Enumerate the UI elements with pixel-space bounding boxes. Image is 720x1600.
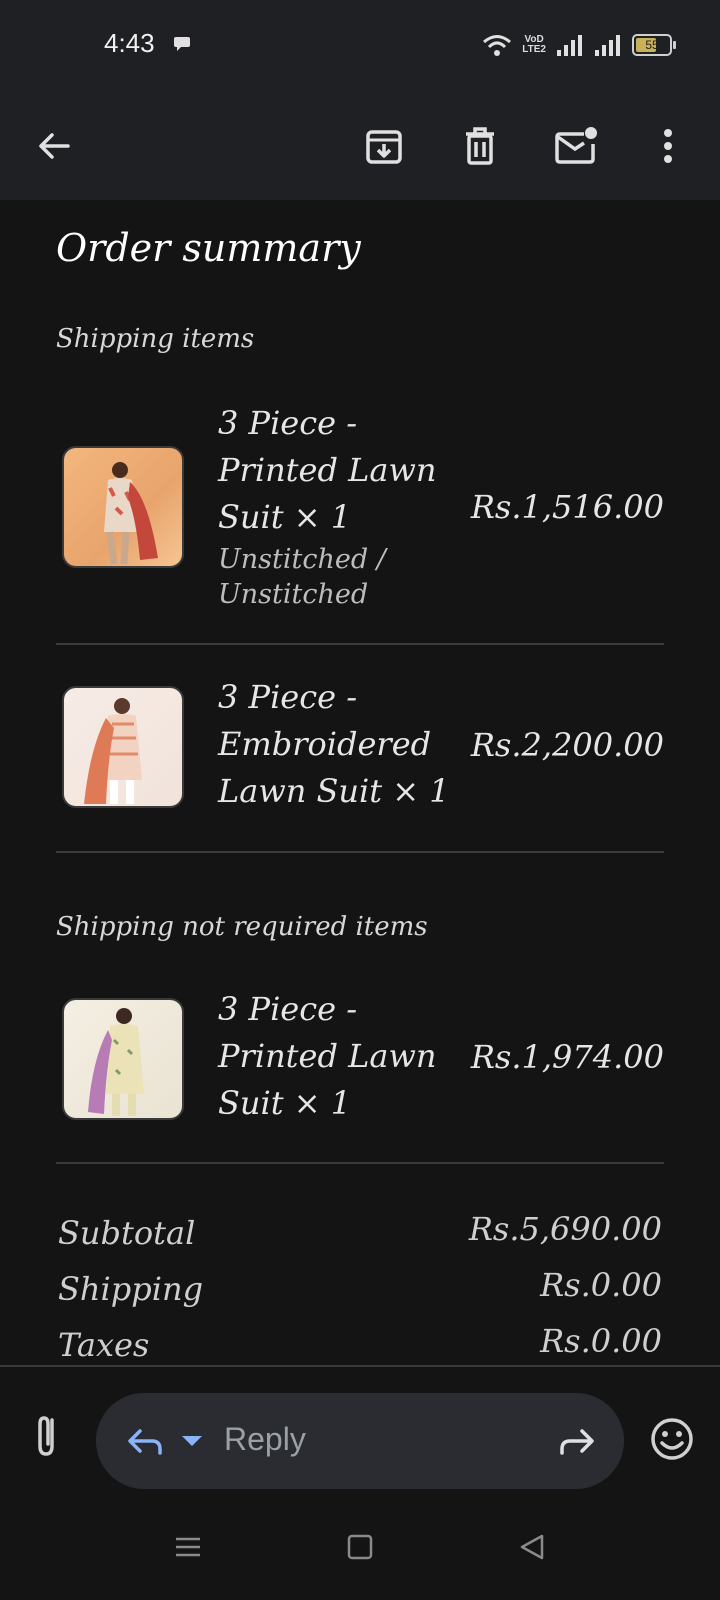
order-summary-title: Order summary	[56, 226, 361, 270]
product-image	[62, 998, 184, 1120]
subtotal-label: Subtotal	[58, 1214, 196, 1252]
signal-sim2-icon	[595, 35, 620, 56]
signal-sim1-icon	[557, 35, 582, 56]
delete-button[interactable]	[450, 116, 510, 176]
reply-field[interactable]: Reply	[96, 1393, 624, 1489]
battery-icon: 55	[632, 34, 676, 56]
list-item: 3 Piece - Printed Lawn Suit × 1 Rs.1,974…	[56, 990, 664, 1140]
product-image	[62, 446, 184, 568]
message-notification-icon	[174, 37, 190, 51]
forward-icon[interactable]	[556, 1421, 598, 1461]
item-price: Rs.1,516.00	[470, 488, 664, 526]
section-label-shipping: Shipping items	[56, 324, 255, 354]
divider	[56, 851, 664, 853]
email-body: Order summary Shipping items 3 Piece - P…	[0, 200, 720, 1365]
network-type: VoD LTE2	[522, 34, 546, 55]
list-item: 3 Piece - Printed Lawn Suit × 1 Unstitch…	[56, 400, 664, 625]
mark-unread-button[interactable]	[546, 116, 606, 176]
more-vert-icon	[664, 129, 672, 163]
trash-icon	[466, 127, 494, 165]
item-price: Rs.2,200.00	[470, 726, 664, 764]
item-price: Rs.1,974.00	[470, 1038, 664, 1076]
back-arrow-icon	[39, 133, 70, 159]
email-toolbar	[0, 92, 720, 200]
section-label-no-shipping: Shipping not required items	[56, 912, 428, 942]
product-image	[62, 686, 184, 808]
chevron-down-icon[interactable]	[180, 1433, 204, 1449]
attachment-icon[interactable]	[24, 1412, 70, 1458]
status-icons: VoD LTE2 55	[482, 30, 676, 60]
battery-level: 55	[645, 38, 659, 52]
taxes-value: Rs.0.00	[540, 1322, 662, 1360]
status-bar: 4:43 VoD LTE2 55	[0, 0, 720, 92]
recents-menu-icon[interactable]	[168, 1527, 208, 1567]
divider	[56, 643, 664, 645]
emoji-icon[interactable]	[650, 1417, 694, 1461]
home-icon[interactable]	[340, 1527, 380, 1567]
clock: 4:43	[104, 28, 155, 58]
more-options-button[interactable]	[638, 116, 698, 176]
archive-button[interactable]	[354, 116, 414, 176]
reply-icon[interactable]	[124, 1421, 166, 1461]
mark-unread-icon	[555, 127, 597, 164]
shipping-label: Shipping	[58, 1270, 204, 1308]
item-variant: Unstitched / Unstitched	[218, 544, 386, 610]
archive-icon	[366, 130, 402, 164]
back-button[interactable]	[24, 116, 84, 176]
item-name: 3 Piece - Embroidered Lawn Suit × 1	[218, 678, 450, 810]
item-name: 3 Piece - Printed Lawn Suit × 1	[218, 404, 437, 536]
item-name: 3 Piece - Printed Lawn Suit × 1	[218, 990, 437, 1122]
back-nav-icon[interactable]	[512, 1527, 552, 1567]
reply-bar: Reply	[0, 1367, 720, 1497]
taxes-label: Taxes	[58, 1326, 150, 1364]
reply-placeholder: Reply	[224, 1421, 306, 1457]
subtotal-value: Rs.5,690.00	[468, 1210, 662, 1248]
list-item: 3 Piece - Embroidered Lawn Suit × 1 Rs.2…	[56, 678, 664, 828]
wifi-icon	[483, 35, 512, 56]
divider	[56, 1162, 664, 1164]
shipping-value: Rs.0.00	[540, 1266, 662, 1304]
system-nav-bar	[0, 1497, 720, 1600]
